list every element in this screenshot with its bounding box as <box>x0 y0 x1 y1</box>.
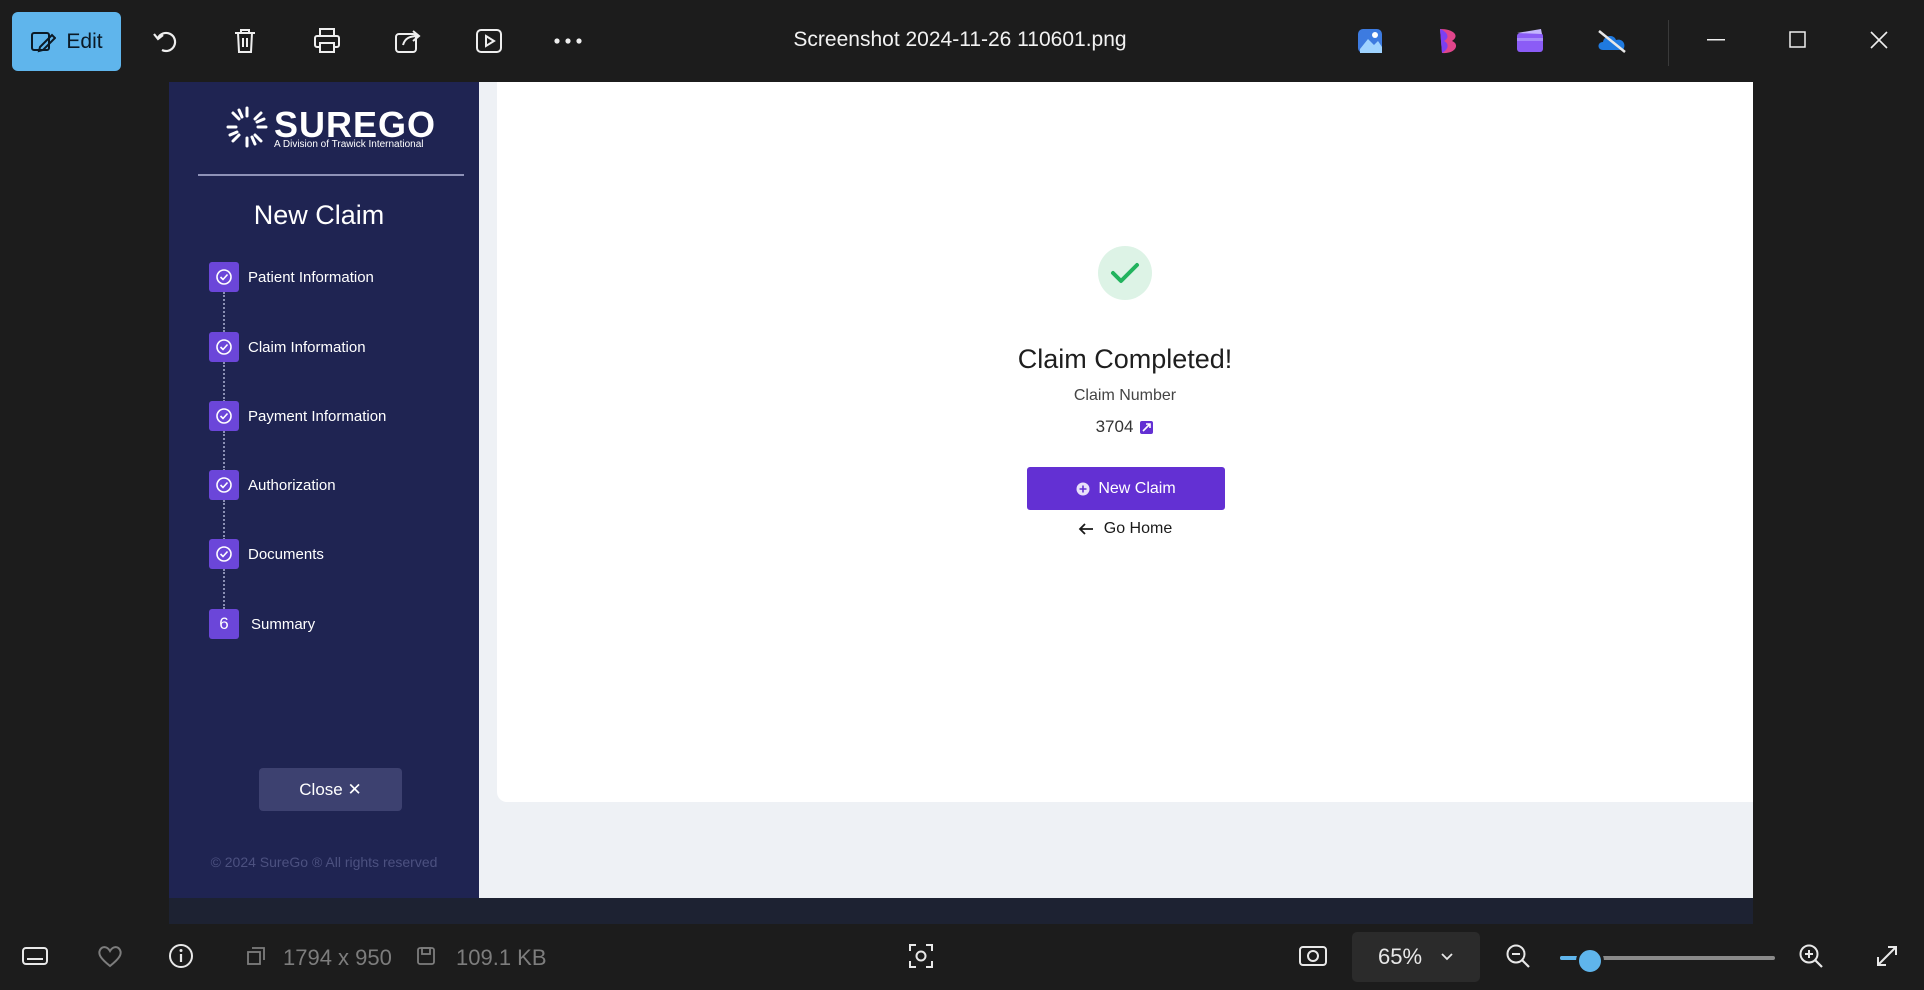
claim-number-row: 3704 <box>497 417 1753 437</box>
image-dimensions: 1794 x 950 <box>283 945 392 970</box>
designer-app-icon[interactable] <box>1433 24 1467 58</box>
onedrive-offline-icon[interactable] <box>1595 24 1629 58</box>
file-title: Screenshot 2024-11-26 110601.png <box>793 28 1127 51</box>
step-label: Claim Information <box>248 338 366 356</box>
edit-label: Edit <box>66 29 103 53</box>
step-number-badge: 6 <box>209 609 239 639</box>
delete-icon[interactable] <box>226 22 264 60</box>
go-home-link[interactable]: Go Home <box>497 520 1753 538</box>
close-window-icon[interactable] <box>1859 20 1899 60</box>
zoom-value: 65% <box>1377 944 1423 969</box>
photos-app-icon[interactable] <box>1353 24 1387 58</box>
favorite-heart-icon[interactable] <box>92 938 128 974</box>
actual-size-icon[interactable] <box>1295 938 1331 974</box>
claim-complete-card: Claim Completed! Claim Number 3704 New C… <box>497 82 1753 802</box>
step-patient-information[interactable]: Patient Information <box>209 262 374 292</box>
plus-circle-icon <box>1076 482 1090 495</box>
claim-number-label: Claim Number <box>1073 387 1177 404</box>
step-label: Documents <box>248 545 324 563</box>
dimensions-icon <box>238 938 274 974</box>
go-home-label: Go Home <box>1103 520 1173 537</box>
step-documents[interactable]: Documents <box>209 539 324 569</box>
sunburst-logo-icon <box>226 106 268 148</box>
print-icon[interactable] <box>308 22 346 60</box>
more-icon[interactable] <box>549 22 587 60</box>
info-icon[interactable] <box>163 938 199 974</box>
logo-tagline: A Division of Trawick International <box>274 139 424 150</box>
close-button[interactable]: Close ✕ <box>259 768 402 811</box>
success-check-icon <box>1098 246 1152 300</box>
chevron-down-icon <box>1441 953 1453 961</box>
step-claim-information[interactable]: Claim Information <box>209 332 366 362</box>
step-authorization[interactable]: Authorization <box>209 470 336 500</box>
copyright-text: © 2024 SureGo ® All rights reserved <box>210 854 438 870</box>
step-complete-icon <box>209 262 239 292</box>
toolbar-separator <box>1668 20 1669 66</box>
step-complete-icon <box>209 470 239 500</box>
step-connector <box>223 362 225 402</box>
file-size-icon <box>408 938 444 974</box>
completion-title: Claim Completed! <box>1017 344 1233 374</box>
sidebar-divider <box>198 174 464 176</box>
step-label: Patient Information <box>248 268 374 286</box>
image-canvas: SUREGO A Division of Trawick Internation… <box>169 82 1753 924</box>
minimize-icon[interactable] <box>1697 20 1737 60</box>
step-connector <box>223 431 225 471</box>
step-connector <box>223 500 225 540</box>
viewer-toolbar: Edit Screenshot 2024-11-26 110601.png <box>0 0 1924 82</box>
step-label: Authorization <box>248 476 336 494</box>
file-size: 109.1 KB <box>456 945 547 970</box>
filmstrip-icon[interactable] <box>17 938 53 974</box>
surego-logo: SUREGO A Division of Trawick Internation… <box>224 102 444 154</box>
maximize-icon[interactable] <box>1778 20 1818 60</box>
step-payment-information[interactable]: Payment Information <box>209 401 386 431</box>
viewer-statusbar: 1794 x 950 109.1 KB 65% <box>0 924 1924 990</box>
sidebar-title: New Claim <box>253 200 385 230</box>
new-claim-button[interactable]: New Claim <box>1027 467 1225 510</box>
zoom-in-icon[interactable] <box>1793 938 1829 974</box>
arrow-left-icon <box>1078 523 1093 535</box>
fullscreen-icon[interactable] <box>1869 938 1905 974</box>
zoom-dropdown[interactable]: 65% <box>1352 932 1480 982</box>
visual-search-icon[interactable] <box>903 938 939 974</box>
step-summary[interactable]: 6 Summary <box>209 609 315 639</box>
step-complete-icon <box>209 401 239 431</box>
edit-image-icon <box>31 31 57 52</box>
step-complete-icon <box>209 539 239 569</box>
claim-sidebar: SUREGO A Division of Trawick Internation… <box>169 82 479 898</box>
zoom-out-icon[interactable] <box>1500 938 1536 974</box>
step-complete-icon <box>209 332 239 362</box>
zoom-slider[interactable] <box>1560 947 1775 975</box>
captured-taskbar-strip <box>169 898 1753 924</box>
zoom-slider-thumb[interactable] <box>1576 947 1605 975</box>
clipchamp-app-icon[interactable] <box>1513 24 1547 58</box>
edit-button[interactable]: Edit <box>12 12 121 71</box>
external-link-icon[interactable] <box>1139 420 1154 435</box>
step-label: Summary <box>251 615 316 633</box>
step-label: Payment Information <box>248 407 387 425</box>
slideshow-icon[interactable] <box>470 22 508 60</box>
step-connector <box>223 292 225 332</box>
step-connector <box>223 569 225 609</box>
new-claim-label: New Claim <box>1098 479 1176 497</box>
rotate-icon[interactable] <box>146 22 184 60</box>
claim-number-value: 3704 <box>1095 417 1134 436</box>
share-icon[interactable] <box>389 22 427 60</box>
